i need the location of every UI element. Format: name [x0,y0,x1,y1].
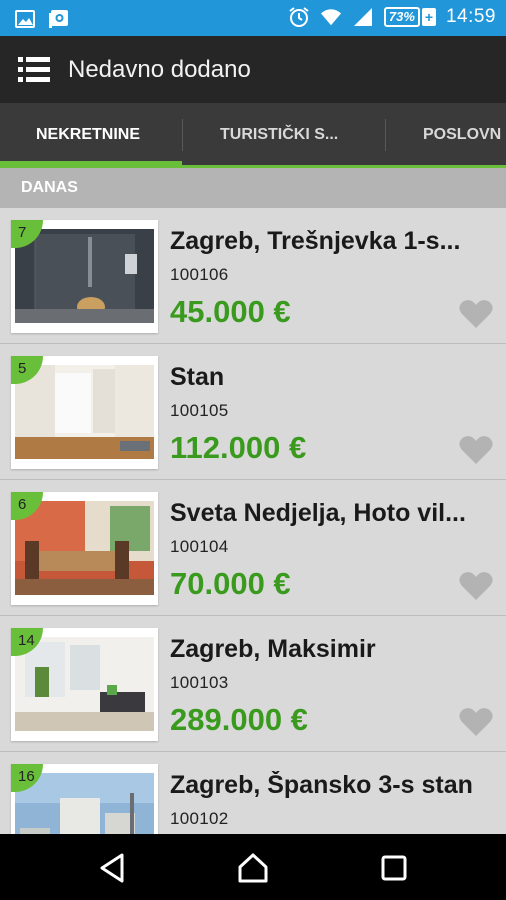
menu-icon[interactable] [18,56,50,84]
tab-divider [385,119,386,151]
listing-row[interactable]: 14 Zagreb, Maksimir 100103 289.000 € [0,616,506,752]
photo-count: 14 [18,632,35,649]
gallery-notification-icon [49,10,68,28]
listing-thumbnail: 7 [11,220,158,333]
listing-thumbnail: 6 [11,492,158,605]
listing-title: Zagreb, Maksimir [170,635,376,663]
charging-icon: + [421,8,436,26]
listing-thumbnail: 5 [11,356,158,469]
signal-icon [353,8,372,26]
system-nav-bar [0,834,506,900]
listing-title: Zagreb, Trešnjevka 1-s... [170,227,461,255]
tab-nekretnine[interactable]: NEKRETNINE [36,103,140,166]
favorite-heart-icon[interactable] [459,571,493,601]
status-bar: 73% + 14:59 [0,0,506,36]
empty-room-photo [15,365,154,459]
listing-thumbnail: 16 [11,764,158,834]
listing-row[interactable]: 6 Sveta Nedjelja, Hoto vil... 100104 70.… [0,480,506,616]
bathroom-photo [15,229,154,323]
page-title: Nedavno dodano [68,56,251,83]
listing-thumbnail: 14 [11,628,158,741]
listing-list[interactable]: 7 Zagreb, Trešnjevka 1-s... 100106 45.00… [0,208,506,834]
tab-poslovni[interactable]: POSLOVN [423,103,501,166]
favorite-heart-icon[interactable] [459,707,493,737]
photo-count: 16 [18,768,35,785]
category-tabs: NEKRETNINE TURISTIČKI S... POSLOVN [0,103,506,166]
photo-count: 7 [18,224,27,241]
listing-row[interactable]: 16 Zagreb, Špansko 3-s stan 100102 [0,752,506,834]
listing-title: Stan [170,363,225,391]
notification-icons [14,8,70,30]
recent-apps-icon[interactable] [377,851,411,885]
section-header: DANAS [0,168,506,208]
living-room-photo [15,637,154,731]
listing-code: 100104 [170,537,229,556]
app-bar: Nedavno dodano [0,36,506,103]
listing-code: 100102 [170,809,229,828]
dining-room-photo [15,501,154,595]
back-icon[interactable] [96,851,130,885]
photo-count: 6 [18,496,27,513]
listing-code: 100105 [170,401,229,420]
listing-title: Zagreb, Špansko 3-s stan [170,771,473,799]
section-label: DANAS [21,179,78,196]
favorite-heart-icon[interactable] [459,435,493,465]
listing-row[interactable]: 5 Stan 100105 112.000 € [0,344,506,480]
wifi-icon [320,9,342,26]
listing-row[interactable]: 7 Zagreb, Trešnjevka 1-s... 100106 45.00… [0,208,506,344]
image-notification-icon [15,10,35,28]
system-icons: 73% + 14:59 [288,6,496,28]
home-icon[interactable] [236,851,270,885]
favorite-heart-icon[interactable] [459,299,493,329]
listing-code: 100106 [170,265,229,284]
listing-price: 112.000 € [170,430,307,465]
alarm-icon [289,7,309,27]
photo-count: 5 [18,360,27,377]
tab-turisticki-smjestaj[interactable]: TURISTIČKI S... [220,103,338,166]
listing-code: 100103 [170,673,229,692]
listing-title: Sveta Nedjelja, Hoto vil... [170,499,466,527]
clock: 14:59 [445,6,496,27]
listing-price: 70.000 € [170,566,291,601]
battery-level: 73% [383,7,420,27]
listing-price: 289.000 € [170,702,308,737]
listing-price: 45.000 € [170,294,291,329]
tab-divider [182,119,183,151]
battery-indicator: 73% + [383,7,436,27]
